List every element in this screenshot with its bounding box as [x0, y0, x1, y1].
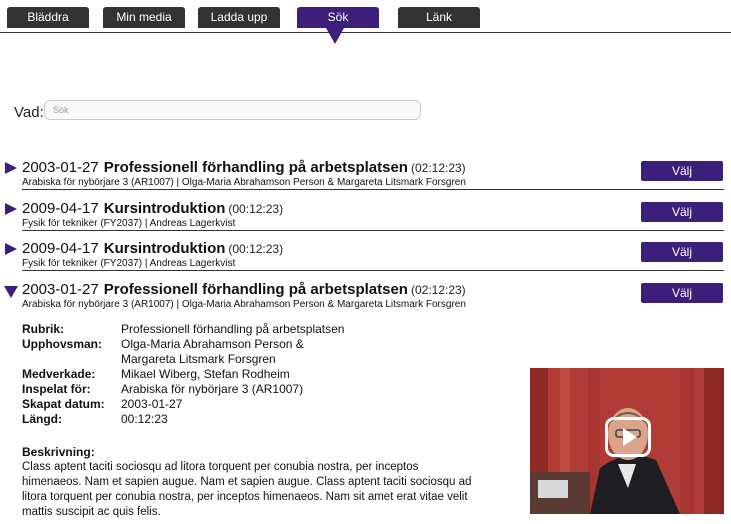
- divider: [22, 189, 724, 190]
- result-duration: (00:12:23): [228, 202, 284, 216]
- result-heading[interactable]: 2009-04-17 Kursintroduktion (00:12:23): [22, 240, 283, 258]
- result-heading[interactable]: 2003-01-27 Professionell förhandling på a…: [22, 159, 466, 177]
- detail-upphovsman-line: Margareta Litsmark Forsgren: [121, 352, 276, 366]
- detail-skapat: 2003-01-27: [121, 397, 183, 411]
- expand-icon[interactable]: [5, 203, 17, 215]
- result-meta: Fysik för tekniker (FY2037) | Andreas La…: [22, 258, 236, 269]
- select-button[interactable]: Välj: [641, 242, 723, 262]
- result-date: 2009-04-17: [22, 240, 99, 257]
- result-date: 2009-04-17: [22, 200, 99, 217]
- expand-icon[interactable]: [5, 162, 17, 174]
- result-duration: (00:12:23): [228, 242, 284, 256]
- detail-inspelat: Arabiska för nybörjare 3 (AR1007): [121, 382, 304, 396]
- result-meta: Arabiska för nybörjare 3 (AR1007) | Olga…: [22, 177, 466, 188]
- result-date: 2003-01-27: [22, 159, 99, 176]
- detail-label: Skapat datum:: [22, 397, 105, 411]
- divider: [22, 270, 724, 271]
- result-duration: (02:12:23): [410, 283, 466, 297]
- result-title[interactable]: Professionell förhandling på arbetsplats…: [104, 159, 408, 176]
- result-date: 2003-01-27: [22, 281, 99, 298]
- result-details: Rubrik: Professionell förhandling på arbe…: [22, 322, 361, 427]
- active-tab-indicator: [326, 28, 344, 44]
- detail-langd: 00:12:23: [121, 412, 168, 426]
- detail-rubrik: Professionell förhandling på arbetsplats…: [121, 322, 345, 336]
- detail-upphovsman-line: Olga-Maria Abrahamson Person &: [121, 337, 304, 351]
- description-text: Class aptent taciti sociosqu ad litora t…: [22, 461, 472, 518]
- play-icon[interactable]: [605, 417, 651, 457]
- result-title[interactable]: Professionell förhandling på arbetsplats…: [104, 281, 408, 298]
- expand-icon[interactable]: [5, 243, 17, 255]
- tab-bladdra[interactable]: Bläddra: [7, 7, 89, 28]
- detail-medverkade: Mikael Wiberg, Stefan Rodheim: [121, 367, 290, 381]
- result-heading[interactable]: 2009-04-17 Kursintroduktion (00:12:23): [22, 200, 283, 218]
- result-meta: Fysik för tekniker (FY2037) | Andreas La…: [22, 218, 236, 229]
- tab-min-media[interactable]: Min media: [103, 7, 185, 28]
- detail-upphovsman: Olga-Maria Abrahamson Person & Margareta …: [121, 337, 361, 367]
- select-button[interactable]: Välj: [641, 161, 723, 181]
- detail-label: Rubrik:: [22, 322, 64, 336]
- result-duration: (02:12:23): [410, 161, 466, 175]
- result-title[interactable]: Kursintroduktion: [104, 200, 226, 217]
- select-button[interactable]: Välj: [641, 283, 723, 303]
- tab-ladda-upp[interactable]: Ladda upp: [198, 7, 280, 28]
- detail-label: Upphovsman:: [22, 337, 103, 351]
- result-title[interactable]: Kursintroduktion: [104, 240, 226, 257]
- collapse-icon[interactable]: [4, 286, 18, 298]
- search-input[interactable]: [44, 100, 421, 120]
- result-heading[interactable]: 2003-01-27 Professionell förhandling på a…: [22, 281, 466, 299]
- detail-label: Inspelat för:: [22, 382, 91, 396]
- divider: [22, 230, 724, 231]
- tab-lank[interactable]: Länk: [398, 7, 480, 28]
- detail-label: Medverkade:: [22, 367, 96, 381]
- description-label: Beskrivning:: [22, 445, 95, 459]
- result-meta: Arabiska för nybörjare 3 (AR1007) | Olga…: [22, 299, 466, 310]
- tab-bar: Bläddra Min media Ladda upp Sök Länk: [0, 0, 731, 33]
- search-label: Vad:: [14, 104, 44, 121]
- detail-label: Längd:: [22, 412, 62, 426]
- select-button[interactable]: Välj: [641, 202, 723, 222]
- tab-sok[interactable]: Sök: [297, 7, 379, 28]
